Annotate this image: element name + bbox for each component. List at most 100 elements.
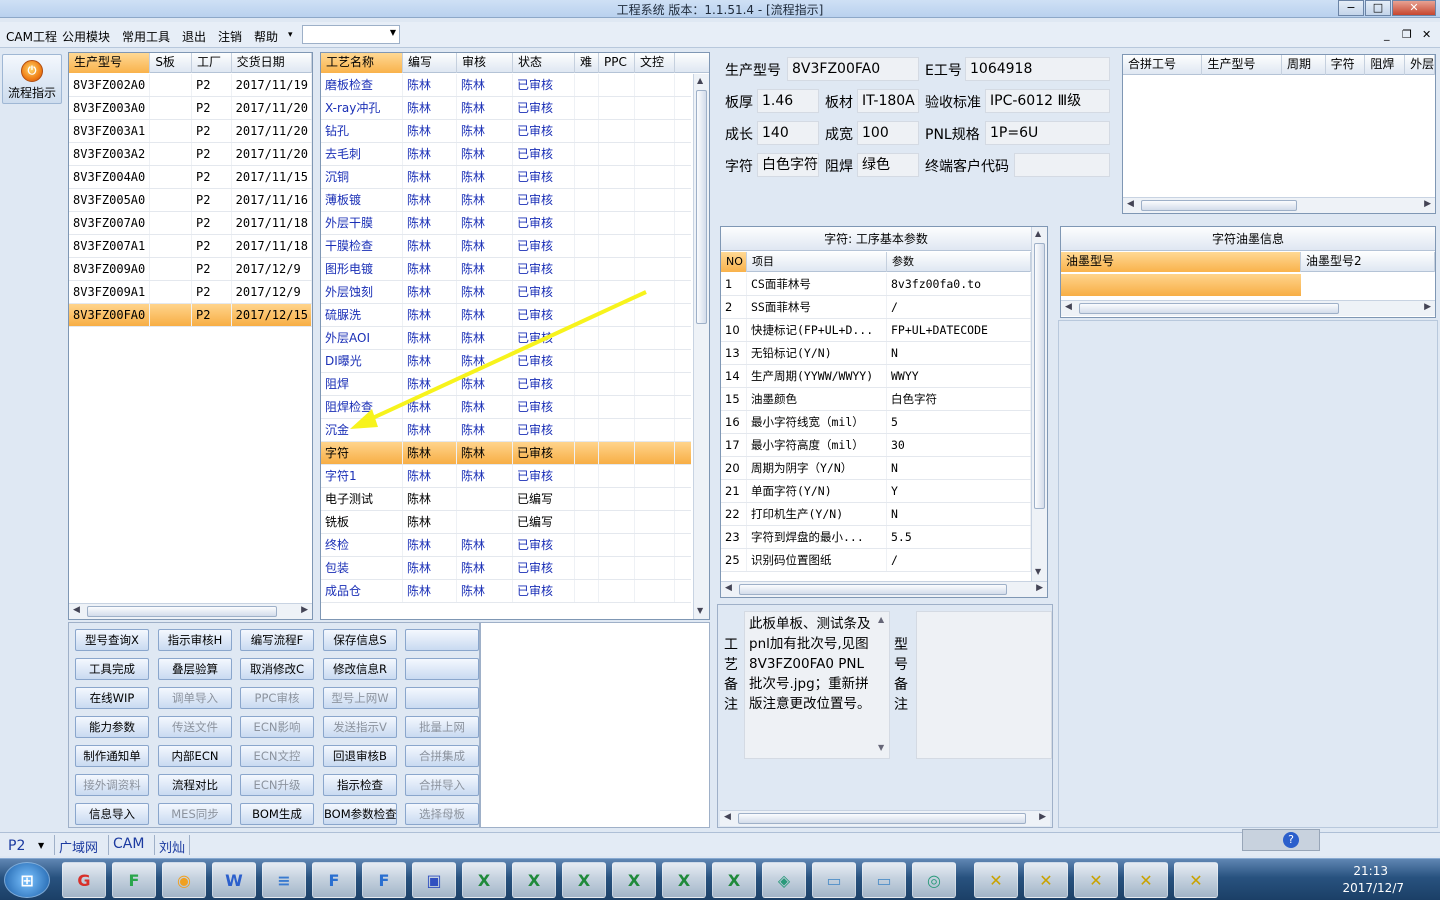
- action-button[interactable]: BOM参数检查: [323, 803, 397, 825]
- action-button[interactable]: MES同步: [158, 803, 232, 825]
- scroll-thumb[interactable]: [738, 813, 1026, 824]
- action-button[interactable]: 在线WIP: [75, 687, 149, 709]
- menu-common-modules[interactable]: 公用模块: [62, 28, 110, 45]
- merge-col-header[interactable]: 阻焊: [1365, 55, 1406, 75]
- action-button[interactable]: 合拼集成: [405, 745, 479, 767]
- params-row[interactable]: 25 识别码位置图纸 /: [721, 549, 1031, 572]
- ime-toolbar[interactable]: ?: [1242, 829, 1320, 851]
- wid-field[interactable]: 100: [857, 121, 919, 145]
- models-row[interactable]: 8V3FZ002A0 P2 2017/11/19: [69, 74, 312, 97]
- scroll-down-icon[interactable]: ▼: [1035, 567, 1041, 576]
- scroll-left-icon[interactable]: ◀: [1127, 199, 1134, 209]
- shell-icon[interactable]: ◉: [162, 862, 206, 898]
- scroll-thumb[interactable]: [739, 584, 1007, 595]
- models-row[interactable]: 8V3FZ004A0 P2 2017/11/15: [69, 166, 312, 189]
- merge-col-header[interactable]: 合拼工号: [1123, 55, 1203, 75]
- models-row[interactable]: 8V3FZ007A1 P2 2017/11/18: [69, 235, 312, 258]
- ink-hscroll[interactable]: ◀ ▶: [1061, 300, 1435, 316]
- network-icon[interactable]: ◈: [762, 862, 806, 898]
- chevron-down-icon[interactable]: ▼: [38, 841, 44, 850]
- action-button[interactable]: 能力参数: [75, 716, 149, 738]
- params-col-header[interactable]: 项目: [747, 252, 887, 272]
- photo1-icon[interactable]: ▭: [812, 862, 856, 898]
- scroll-left-icon[interactable]: ◀: [1065, 302, 1072, 312]
- thick-field[interactable]: 1.46: [757, 89, 819, 113]
- minimize-button[interactable]: −: [1338, 0, 1364, 16]
- std-field[interactable]: IPC-6012 Ⅲ级: [985, 89, 1110, 113]
- params-row[interactable]: 16 最小字符线宽（mil） 5: [721, 411, 1031, 434]
- mdi-restore-button[interactable]: ❐: [1402, 28, 1412, 41]
- x4-icon[interactable]: ✕: [1124, 862, 1168, 898]
- action-button[interactable]: 发送指示V: [323, 716, 397, 738]
- action-button[interactable]: 制作通知单: [75, 745, 149, 767]
- mat-field[interactable]: IT-180A: [857, 89, 919, 113]
- models-row[interactable]: 8V3FZ005A0 P2 2017/11/16: [69, 189, 312, 212]
- params-row[interactable]: 15 油墨颜色 白色字符: [721, 388, 1031, 411]
- params-row[interactable]: 14 生产周期(YYWW/WWYY) WWYY: [721, 365, 1031, 388]
- factory-select[interactable]: P2: [8, 838, 25, 854]
- scroll-thumb[interactable]: [1079, 303, 1339, 314]
- action-button[interactable]: 回退审核B: [323, 745, 397, 767]
- action-button[interactable]: 信息导入: [75, 803, 149, 825]
- params-row[interactable]: 21 单面字符(Y/N) Y: [721, 480, 1031, 503]
- scroll-up-icon[interactable]: ▲: [878, 615, 884, 624]
- excel3-icon[interactable]: X: [562, 862, 606, 898]
- models-hscroll[interactable]: ◀ ▶: [69, 603, 312, 619]
- excel1-icon[interactable]: X: [462, 862, 506, 898]
- action-button[interactable]: ECN升级: [240, 774, 314, 796]
- excel5-icon[interactable]: X: [662, 862, 706, 898]
- action-button[interactable]: 调单导入: [158, 687, 232, 709]
- menu-combo[interactable]: ▼: [302, 25, 400, 44]
- models-col-header[interactable]: 工厂: [192, 53, 232, 73]
- action-button[interactable]: 指示检查: [323, 774, 397, 796]
- action-button[interactable]: 批量上网: [405, 716, 479, 738]
- action-button[interactable]: 保存信息S: [323, 629, 397, 651]
- excel6-icon[interactable]: X: [712, 862, 756, 898]
- help-icon[interactable]: ?: [1283, 832, 1299, 848]
- params-hscroll[interactable]: ◀ ▶: [721, 581, 1047, 597]
- x2-icon[interactable]: ✕: [1024, 862, 1068, 898]
- scroll-thumb[interactable]: [1034, 243, 1045, 509]
- eno-field[interactable]: 1064918: [965, 57, 1110, 81]
- params-col-header[interactable]: NO: [721, 252, 747, 272]
- len-field[interactable]: 140: [757, 121, 819, 145]
- action-button[interactable]: [405, 658, 479, 680]
- mdi-close-button[interactable]: ✕: [1422, 28, 1431, 41]
- process-remark-text[interactable]: 此板单板、测试条及pnl加有批次号,见图8V3FZ00FA0 PNL批次号.jp…: [744, 611, 890, 759]
- merge-col-header[interactable]: 周期: [1282, 55, 1326, 75]
- scroll-right-icon[interactable]: ▶: [1424, 199, 1431, 209]
- x3-icon[interactable]: ✕: [1074, 862, 1118, 898]
- scroll-left-icon[interactable]: ◀: [725, 583, 732, 593]
- chrome-icon[interactable]: G: [62, 862, 106, 898]
- model-remark-text[interactable]: [916, 611, 1052, 759]
- menu-cam[interactable]: CAM工程: [6, 28, 57, 45]
- action-button[interactable]: 流程对比: [158, 774, 232, 796]
- models-row[interactable]: 8V3FZ007A0 P2 2017/11/18: [69, 212, 312, 235]
- eye-icon[interactable]: ◎: [912, 862, 956, 898]
- x1-icon[interactable]: ✕: [974, 862, 1018, 898]
- char-field[interactable]: 白色字符: [757, 153, 819, 177]
- notepad-icon[interactable]: ≡: [262, 862, 306, 898]
- photo2-icon[interactable]: ▭: [862, 862, 906, 898]
- models-col-header[interactable]: S板: [150, 53, 192, 73]
- params-row[interactable]: 1 CS面菲林号 8v3fz00fa0.to: [721, 273, 1031, 296]
- params-row[interactable]: 17 最小字符高度（mil） 30: [721, 434, 1031, 457]
- action-button[interactable]: 工具完成: [75, 658, 149, 680]
- excel2-icon[interactable]: X: [512, 862, 556, 898]
- scroll-right-icon[interactable]: ▶: [301, 605, 308, 615]
- models-row[interactable]: 8V3FZ003A2 P2 2017/11/20: [69, 143, 312, 166]
- scroll-thumb[interactable]: [87, 606, 277, 617]
- scroll-up-icon[interactable]: ▲: [1035, 229, 1041, 238]
- menu-logout[interactable]: 注销: [218, 28, 242, 45]
- flow-indicator-button[interactable]: ⏻ 流程指示: [2, 54, 62, 104]
- models-col-header[interactable]: 生产型号: [69, 53, 151, 73]
- action-button[interactable]: BOM生成: [240, 803, 314, 825]
- scroll-right-icon[interactable]: ▶: [1039, 812, 1046, 822]
- scroll-right-icon[interactable]: ▶: [1036, 583, 1043, 593]
- scroll-left-icon[interactable]: ◀: [724, 812, 731, 822]
- action-button[interactable]: 接外调资料: [75, 774, 149, 796]
- excel4-icon[interactable]: X: [612, 862, 656, 898]
- start-orb-icon[interactable]: ⊞: [4, 862, 50, 898]
- models-row[interactable]: 8V3FZ003A0 P2 2017/11/20: [69, 97, 312, 120]
- merge-hscroll[interactable]: ◀ ▶: [1123, 197, 1435, 213]
